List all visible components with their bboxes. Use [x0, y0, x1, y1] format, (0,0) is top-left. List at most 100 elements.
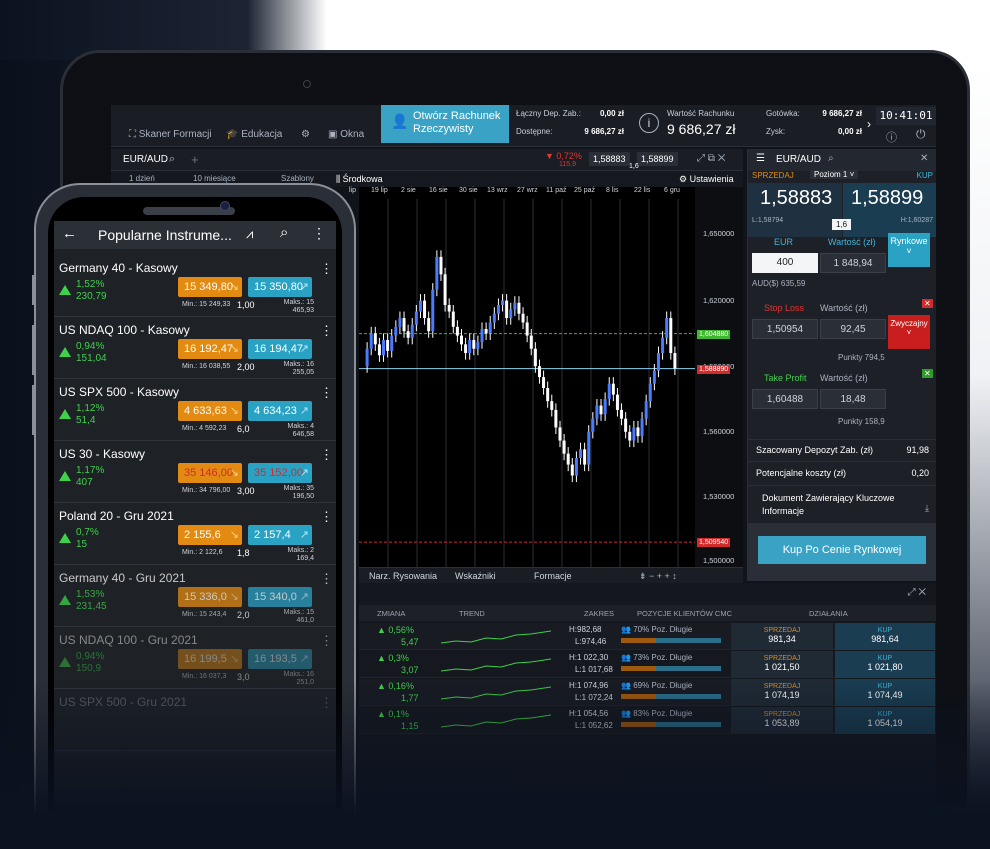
search-icon[interactable]: ⌕: [828, 153, 834, 164]
stop-loss-toggle[interactable]: Stop Loss: [764, 303, 804, 313]
buy-cell[interactable]: KUP 1 074,49: [835, 679, 935, 706]
more-vert-icon[interactable]: ⋮: [320, 447, 333, 463]
list-item[interactable]: US NDAQ 100 - Kasowy ⋮ 0,94% 151,04 16 19…: [54, 317, 336, 379]
list-item[interactable]: Germany 40 - Kasowy ⋮ 1,52% 230,79 15 349…: [54, 255, 336, 317]
window-button[interactable]: ▣ Okna: [328, 125, 364, 145]
power-icon[interactable]: ⏻: [916, 127, 926, 142]
buy-button[interactable]: 16 193,5 ↗: [248, 649, 312, 669]
templates-button[interactable]: Szablony: [281, 174, 314, 183]
candle-body: [427, 318, 431, 332]
take-profit-toggle[interactable]: Take Profit: [764, 373, 807, 383]
stop-loss-type-select[interactable]: Zwyczajny ˅: [888, 315, 930, 349]
buy-cell[interactable]: KUP 1 021,80: [835, 651, 935, 678]
take-profit-close-icon[interactable]: ✕: [922, 369, 933, 378]
buy-button[interactable]: 15 350,80 ↗: [248, 277, 312, 297]
info-icon[interactable]: i: [639, 113, 659, 133]
sell-button[interactable]: 35 146,00 ↘: [178, 463, 242, 483]
sell-cell[interactable]: SPRZEDAJ 981,34: [731, 623, 833, 650]
stop-loss-close-icon[interactable]: ✕: [922, 299, 933, 308]
more-vert-icon[interactable]: ⋮: [320, 323, 333, 339]
value-input[interactable]: 1 848,94: [820, 253, 886, 273]
search-icon[interactable]: ⌕: [169, 153, 175, 166]
list-item[interactable]: Poland 20 - Gru 2021 ⋮ 0,7% 15 2 155,6 ↘ 2…: [54, 503, 336, 565]
take-profit-value-input[interactable]: 18,48: [820, 389, 886, 409]
list-item[interactable]: Germany 40 - Gru 2021 ⋮ 1,53% 231,45 15 3…: [54, 565, 336, 627]
buy-button[interactable]: 2 157,4 ↗: [248, 525, 312, 545]
range-high: H:1 074,96: [569, 681, 609, 690]
price-chart[interactable]: [359, 187, 695, 567]
table-row[interactable]: ▲ 0,3% 3,07 H:1 022,30 L:1 017,68 👥 73% …: [359, 651, 936, 678]
buy-button[interactable]: 16 194,47 ↗: [248, 339, 312, 359]
table-row[interactable]: ▲ 0,56% 5,47 H:982,68 L:974,46 👥 70% Poz…: [359, 623, 936, 650]
sell-button[interactable]: 2 155,6 ↘: [178, 525, 242, 545]
chart-icon[interactable]: ⩘: [246, 226, 253, 242]
buy-price-button[interactable]: 1,58899 H:1,60287: [843, 183, 936, 237]
list-item[interactable]: US SPX 500 - Gru 2021 ⋮: [54, 689, 336, 751]
buy-button[interactable]: 35 152,00 ↗: [248, 463, 312, 483]
take-profit-label[interactable]: 1,604880: [697, 330, 731, 339]
close-icon[interactable]: ✕: [920, 153, 928, 164]
download-icon[interactable]: ⤓: [925, 502, 929, 515]
level-select[interactable]: Poziom 1 ˅: [810, 170, 859, 179]
more-vert-icon[interactable]: ⋮: [312, 225, 326, 242]
indicator-select[interactable]: ⫼ Środkowa: [336, 174, 383, 185]
more-vert-icon[interactable]: ⋮: [320, 633, 333, 649]
sell-price-button[interactable]: 1,58883 L:1,58794: [748, 183, 842, 237]
patterns-button[interactable]: Formacje: [534, 571, 572, 581]
indicators-button[interactable]: Wskaźniki: [455, 571, 496, 581]
chart-instrument[interactable]: EUR/AUD: [123, 154, 168, 165]
sell-cell[interactable]: SPRZEDAJ 1 021,50: [731, 651, 833, 678]
zoom-controls-icon[interactable]: ⇟ − + + ↕: [639, 571, 677, 582]
sell-cell[interactable]: SPRZEDAJ 1 074,19: [731, 679, 833, 706]
settings-gear-button[interactable]: ⚙: [301, 125, 310, 145]
sell-button[interactable]: 15 336,0 ↘: [178, 587, 242, 607]
chart-sell-price[interactable]: 1,58883: [589, 152, 630, 166]
info-circle-icon[interactable]: ⓘ: [886, 129, 897, 145]
kid-document-row[interactable]: Dokument Zawierający Kluczowe Informacje…: [748, 485, 936, 521]
buy-button[interactable]: 15 340,0 ↗: [248, 587, 312, 607]
scanner-button[interactable]: ⛶ Skaner Formacji: [129, 125, 212, 145]
table-row[interactable]: ▲ 0,16% 1,77 H:1 074,96 L:1 072,24 👥 69%…: [359, 679, 936, 706]
add-tab-icon[interactable]: +: [191, 152, 199, 167]
search-icon[interactable]: ⌕: [280, 224, 288, 241]
sell-cell[interactable]: SPRZEDAJ 1 053,89: [731, 707, 833, 734]
list-item[interactable]: US SPX 500 - Kasowy ⋮ 1,12% 51,4 4 633,63…: [54, 379, 336, 441]
list-item[interactable]: US NDAQ 100 - Gru 2021 ⋮ 0,94% 150,9 16 1…: [54, 627, 336, 689]
stop-loss-label[interactable]: 1,509540: [697, 538, 731, 547]
stop-loss-price-input[interactable]: 1,50954: [752, 319, 818, 339]
ticket-instrument[interactable]: EUR/AUD: [776, 154, 821, 165]
more-vert-icon[interactable]: ⋮: [320, 571, 333, 587]
more-vert-icon[interactable]: ⋮: [320, 695, 333, 711]
table-row[interactable]: ▲ 0,1% 1,15 H:1 054,56 L:1 052,62 👥 83% …: [359, 707, 936, 734]
chart-buy-price[interactable]: 1,58899: [637, 152, 678, 166]
buy-button[interactable]: 4 634,23 ↗: [248, 401, 312, 421]
more-vert-icon[interactable]: ⋮: [320, 385, 333, 401]
menu-icon[interactable]: ☰: [756, 153, 765, 164]
open-account-button[interactable]: 👤 Otwórz Rachunek Rzeczywisty: [381, 105, 509, 143]
stop-loss-value-input[interactable]: 92,45: [820, 319, 886, 339]
back-arrow-icon[interactable]: ←: [62, 225, 77, 242]
sell-button[interactable]: 16 199,5 ↘: [178, 649, 242, 669]
chart-settings-button[interactable]: ⚙ Ustawienia: [679, 174, 734, 185]
expand-icon[interactable]: ⤢ ⧉ ✕: [697, 153, 725, 164]
potential-costs-row[interactable]: Potencjalne koszty (zł) 0,20: [748, 461, 936, 483]
sell-button[interactable]: 4 633,63 ↘: [178, 401, 242, 421]
education-button[interactable]: 🎓 Edukacja: [226, 125, 282, 145]
period-select[interactable]: 1 dzień: [129, 174, 155, 183]
estimated-margin-row[interactable]: Szacowany Depozyt Zab. (zł) 91,98: [748, 439, 936, 459]
sell-button[interactable]: 15 349,80 ↘: [178, 277, 242, 297]
buy-market-button[interactable]: Kup Po Cenie Rynkowej: [758, 536, 926, 564]
sell-button[interactable]: 16 192,47 ↘: [178, 339, 242, 359]
range-select[interactable]: 10 miesiące: [193, 174, 236, 183]
buy-cell[interactable]: KUP 1 054,19: [835, 707, 935, 734]
drawing-tools-button[interactable]: Narz. Rysowania: [369, 571, 437, 581]
buy-cell[interactable]: KUP 981,64: [835, 623, 935, 650]
expand-close-icon[interactable]: ⤢ ✕: [908, 587, 926, 598]
order-type-select[interactable]: Rynkowe ˅: [888, 233, 930, 267]
quantity-input[interactable]: 400: [752, 253, 818, 273]
more-vert-icon[interactable]: ⋮: [320, 509, 333, 525]
chevron-right-icon[interactable]: ›: [867, 117, 871, 131]
take-profit-price-input[interactable]: 1,60488: [752, 389, 818, 409]
more-vert-icon[interactable]: ⋮: [320, 261, 333, 277]
list-item[interactable]: US 30 - Kasowy ⋮ 1,17% 407 35 146,00 ↘ 35 …: [54, 441, 336, 503]
